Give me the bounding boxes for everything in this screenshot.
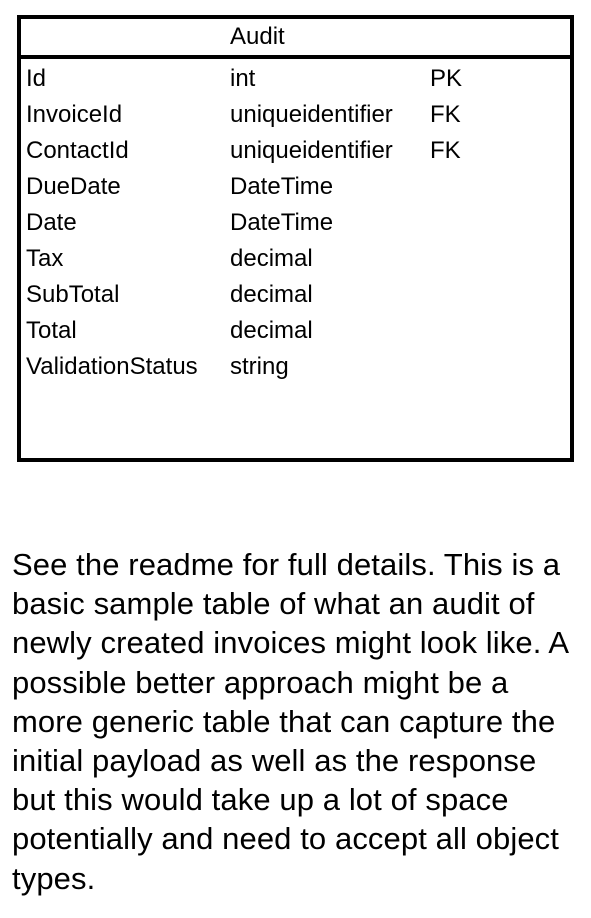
field-name: ContactId [26, 137, 129, 164]
entity-row: Total decimal [21, 313, 570, 349]
field-name: ValidationStatus [26, 353, 198, 380]
entity-title: Audit [230, 23, 285, 50]
field-type: uniqueidentifier [230, 137, 393, 164]
field-key: FK [430, 101, 461, 128]
description-note: See the readme for full details. This is… [12, 547, 568, 896]
field-name: Tax [26, 245, 64, 272]
entity-header: Audit [21, 19, 570, 59]
field-name: InvoiceId [26, 101, 123, 128]
field-key: PK [430, 65, 463, 92]
entity-row: SubTotal decimal [21, 277, 570, 313]
field-type: decimal [230, 317, 313, 344]
field-name: DueDate [26, 173, 121, 200]
field-type: uniqueidentifier [230, 101, 393, 128]
field-type: DateTime [230, 209, 334, 236]
field-name: Date [26, 209, 77, 236]
entity-row: Date DateTime [21, 205, 570, 241]
field-name: Id [26, 65, 47, 92]
audit-entity-box: Audit Id int PK InvoiceId uniqueidentifi… [17, 15, 574, 462]
entity-row: Id int PK [21, 61, 570, 97]
entity-row: DueDate DateTime [21, 169, 570, 205]
entity-row: Tax decimal [21, 241, 570, 277]
field-key: FK [430, 137, 461, 164]
field-type: string [230, 353, 289, 380]
field-type: decimal [230, 281, 313, 308]
field-name: SubTotal [26, 281, 120, 308]
entity-row: InvoiceId uniqueidentifier FK [21, 97, 570, 133]
entity-row: ValidationStatus string [21, 349, 570, 385]
field-name: Total [26, 317, 77, 344]
field-type: decimal [230, 245, 313, 272]
field-type: DateTime [230, 173, 334, 200]
entity-row: ContactId uniqueidentifier FK [21, 133, 570, 169]
field-type: int [230, 65, 256, 92]
entity-rows: Id int PK InvoiceId uniqueidentifier FK … [21, 61, 570, 385]
